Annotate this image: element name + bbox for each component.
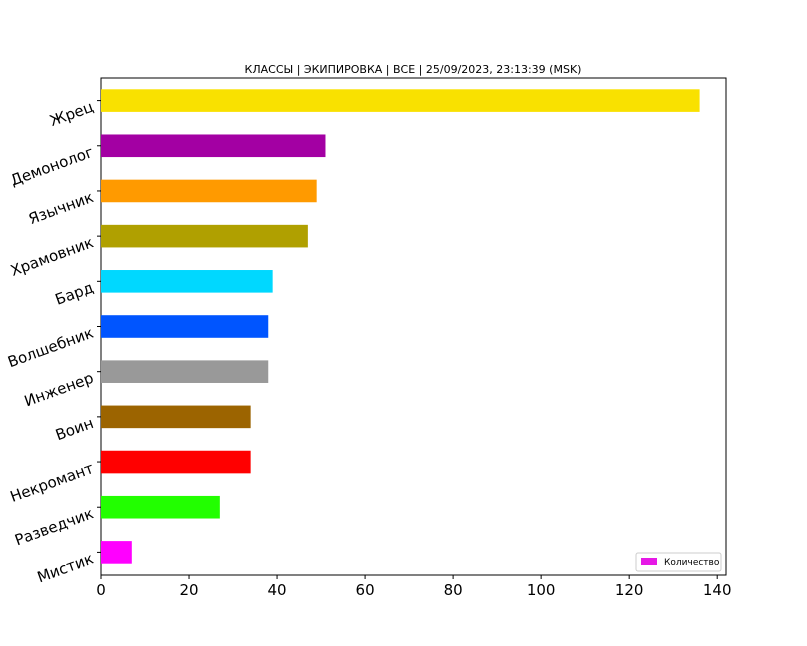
y-tick-label: Воин — [53, 414, 96, 444]
y-tick-label: Мистик — [35, 549, 96, 586]
bars-group — [101, 89, 700, 564]
x-tick-label: 0 — [96, 581, 106, 599]
x-tick-label: 140 — [703, 581, 732, 599]
legend-label: Количество — [664, 558, 720, 568]
bar — [101, 541, 132, 564]
bar — [101, 450, 251, 474]
y-tick-label: Язычник — [26, 188, 96, 228]
x-tick-label: 100 — [527, 581, 556, 599]
y-tick-label: Инженер — [22, 369, 96, 411]
bar — [101, 270, 273, 293]
y-tick-label: Храмовник — [8, 233, 96, 280]
y-tick-label: Некромант — [8, 459, 96, 506]
chart-container: КЛАССЫ | ЭКИПИРОВКА | ВСЕ | 25/09/2023, … — [0, 0, 807, 646]
y-tick-label: Бард — [53, 278, 96, 308]
bar — [101, 315, 269, 338]
bar — [101, 495, 220, 519]
bar — [101, 179, 317, 203]
x-axis-ticks: 0 20 40 60 80 100 120 140 — [96, 575, 732, 599]
bar — [101, 224, 308, 248]
x-tick-label: 80 — [444, 581, 463, 599]
y-tick-label: Демонолог — [8, 143, 96, 190]
chart-title: КЛАССЫ | ЭКИПИРОВКА | ВСЕ | 25/09/2023, … — [245, 63, 582, 76]
x-tick-label: 120 — [615, 581, 644, 599]
y-tick-label: Разведчик — [12, 504, 96, 549]
legend-swatch — [641, 558, 657, 565]
y-tick-label: Волшебник — [5, 324, 96, 372]
bar — [101, 89, 700, 112]
y-tick-label: Жрец — [47, 98, 96, 130]
bar — [101, 405, 251, 429]
y-axis-ticks: Жрец ДемонологЯзычник ХрамовникБард Волшебн… — [5, 98, 101, 586]
x-tick-label: 40 — [268, 581, 287, 599]
bar-chart: КЛАССЫ | ЭКИПИРОВКА | ВСЕ | 25/09/2023, … — [5, 63, 732, 599]
x-tick-label: 20 — [179, 581, 198, 599]
legend: Количество — [635, 552, 722, 572]
x-tick-label: 60 — [356, 581, 375, 599]
bar — [101, 360, 269, 383]
bar — [101, 134, 326, 158]
